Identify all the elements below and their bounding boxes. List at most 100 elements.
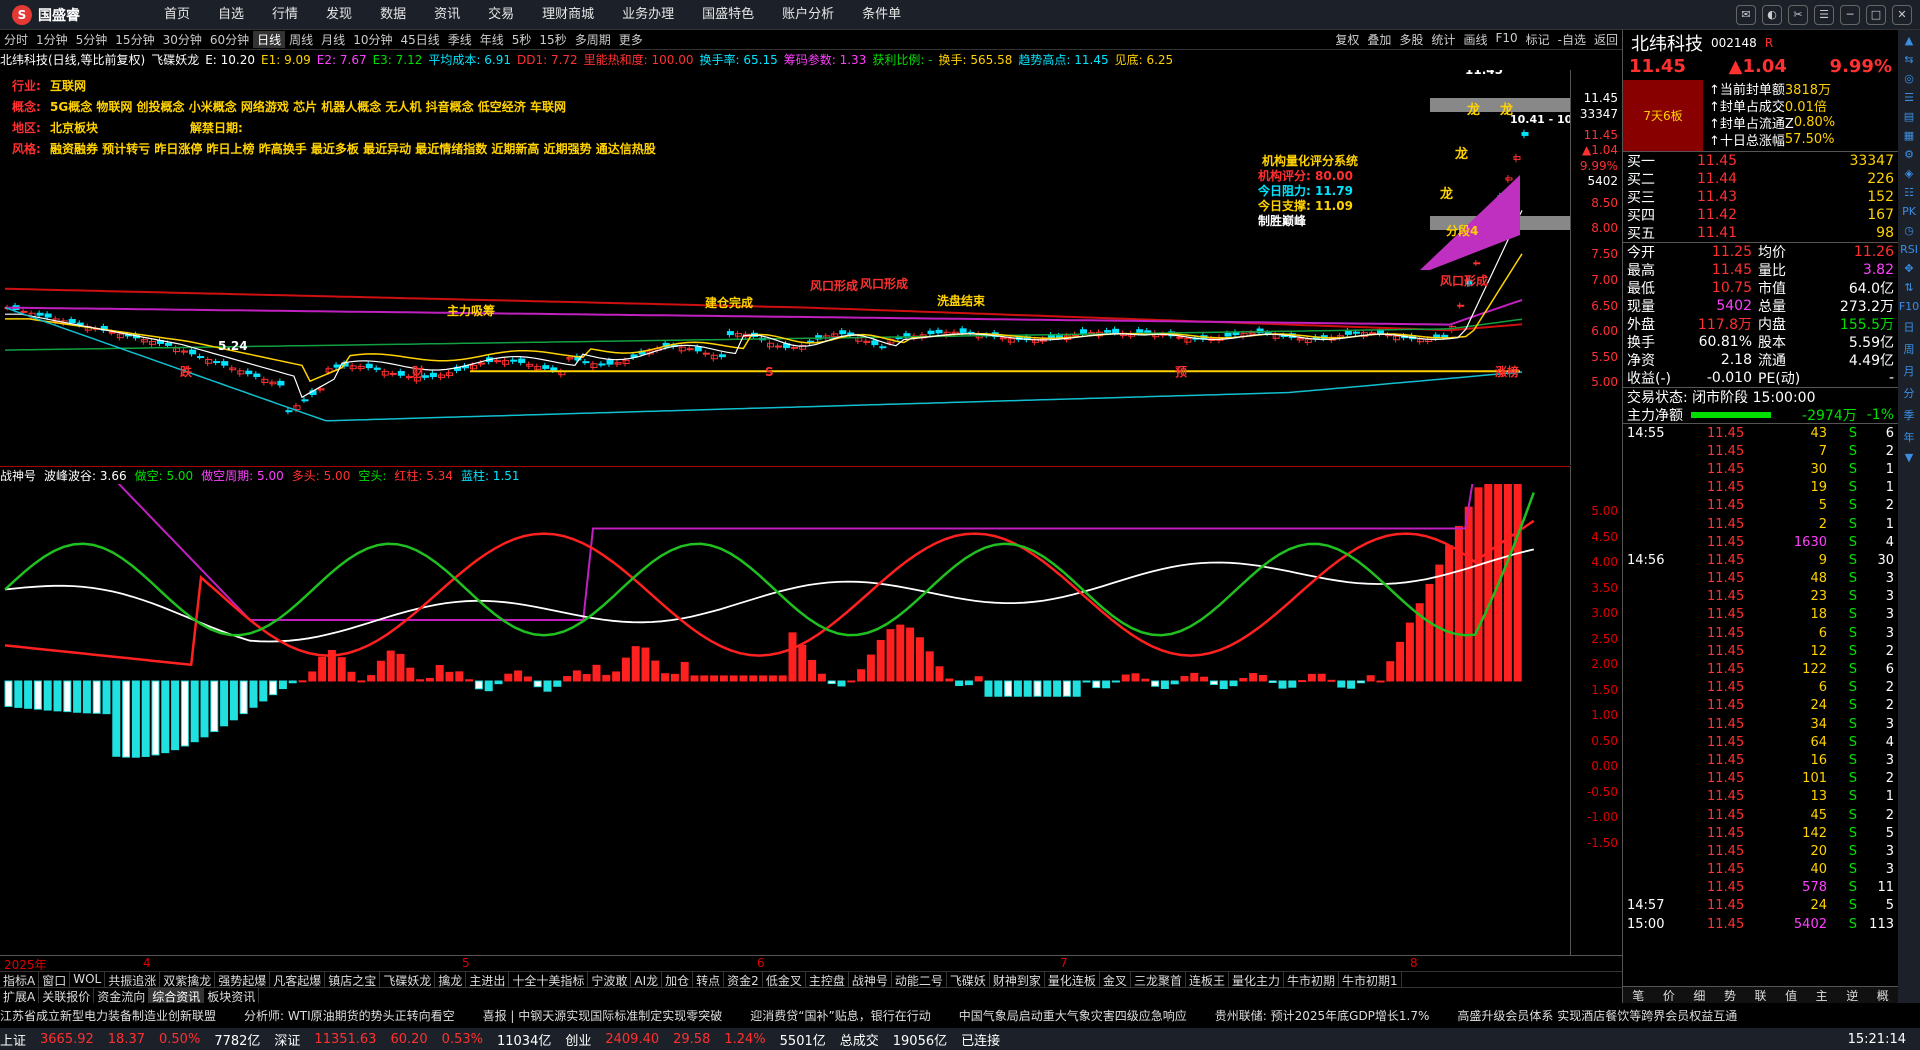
sidebar-icon[interactable]: ⚙ <box>1904 148 1914 161</box>
indicator-tab[interactable]: 连板王 <box>1186 972 1229 988</box>
indicator-tab[interactable]: 十全十美指标 <box>509 972 589 988</box>
menu-item[interactable]: 自选 <box>204 0 258 30</box>
period-tab[interactable]: 30分钟 <box>159 31 206 48</box>
tool-button[interactable]: 统计 <box>1427 31 1459 48</box>
sidebar-icon[interactable]: ◈ <box>1905 167 1913 180</box>
side-tab[interactable]: 势 <box>1715 987 1746 1003</box>
news-item[interactable]: 高盛升级会员体系 实现酒店餐饮等跨界会员权益互通 <box>1457 1007 1737 1024</box>
side-tab[interactable]: 笔 <box>1623 987 1654 1003</box>
sidebar-icon[interactable]: ▦ <box>1904 129 1914 142</box>
news-item[interactable]: 江苏省成立新型电力装备制造业创新联盟 <box>0 1007 216 1024</box>
menu-item[interactable]: 业务办理 <box>608 0 688 30</box>
tool-button[interactable]: 标记 <box>1522 31 1554 48</box>
side-tab[interactable]: 价 <box>1654 987 1685 1003</box>
indicator-tab[interactable]: 低金叉 <box>763 972 806 988</box>
menu-item[interactable]: 国盛特色 <box>688 0 768 30</box>
period-tab[interactable]: 45日线 <box>396 31 443 48</box>
indicator-tab[interactable]: 主控盘 <box>806 972 849 988</box>
sidebar-icon[interactable]: 年 <box>1904 429 1915 445</box>
indicator-tab[interactable]: 加仓 <box>662 972 694 988</box>
ext-tab[interactable]: 综合资讯 <box>149 988 205 1004</box>
period-tab[interactable]: 日线 <box>253 31 286 48</box>
indicator-tab[interactable]: 擒龙 <box>435 972 467 988</box>
maximize-icon[interactable]: □ <box>1866 4 1886 25</box>
indicator-tab[interactable]: 飞碟妖 <box>947 972 990 988</box>
sidebar-icon[interactable]: ☰ <box>1904 91 1914 104</box>
tool-button[interactable]: F10 <box>1491 31 1521 48</box>
menu-item[interactable]: 理财商城 <box>528 0 608 30</box>
indicator-tab[interactable]: 量化连板 <box>1045 972 1100 988</box>
period-tab[interactable]: 月线 <box>317 31 349 48</box>
ext-tab[interactable]: 关联报价 <box>39 988 95 1004</box>
period-tab[interactable]: 更多 <box>615 31 647 48</box>
menu-item[interactable]: 条件单 <box>848 0 915 30</box>
sidebar-icon[interactable]: 月 <box>1904 363 1915 379</box>
indicator-tab[interactable]: 财神到家 <box>990 972 1045 988</box>
indicator-tab[interactable]: 牛市初期 <box>1284 972 1339 988</box>
period-tab[interactable]: 分时 <box>0 31 32 48</box>
period-tab[interactable]: 1分钟 <box>32 31 72 48</box>
menu-item[interactable]: 资讯 <box>420 0 474 30</box>
side-tab[interactable]: 联 <box>1745 987 1776 1003</box>
sidebar-icon[interactable]: PK <box>1902 205 1916 218</box>
indicator-chart[interactable] <box>0 484 1570 954</box>
indicator-tab[interactable]: 镇店之宝 <box>325 972 381 988</box>
side-tab[interactable]: 细 <box>1684 987 1715 1003</box>
minimize-icon[interactable]: ─ <box>1840 4 1860 25</box>
menu-item[interactable]: 首页 <box>150 0 204 30</box>
ext-tab[interactable]: 资金流向 <box>94 988 150 1004</box>
news-item[interactable]: 迎消费贷“国补”贴息，银行在行动 <box>750 1007 930 1024</box>
sidebar-icon[interactable]: RSI <box>1900 243 1918 256</box>
period-tab[interactable]: 15秒 <box>535 31 570 48</box>
indicator-tab[interactable]: 主进出 <box>466 972 510 988</box>
ext-tab[interactable]: 扩展A <box>0 988 40 1004</box>
menu-icon[interactable]: ☰ <box>1814 4 1834 25</box>
tool-button[interactable]: 复权 <box>1331 31 1363 48</box>
menu-item[interactable]: 交易 <box>474 0 528 30</box>
sidebar-icon[interactable]: ◎ <box>1904 72 1914 85</box>
sidebar-icon[interactable]: 日 <box>1904 319 1915 335</box>
indicator-tab[interactable]: AI龙 <box>631 972 663 988</box>
indicator-tab[interactable]: 共振追涨 <box>105 972 161 988</box>
sidebar-icon[interactable]: ▤ <box>1904 110 1914 123</box>
period-tab[interactable]: 5分钟 <box>72 31 112 48</box>
indicator-tab[interactable]: 飞碟妖龙 <box>380 972 436 988</box>
sidebar-icon[interactable]: ☷ <box>1904 186 1914 199</box>
tool-button[interactable]: 叠加 <box>1363 31 1395 48</box>
menu-item[interactable]: 发现 <box>312 0 366 30</box>
period-tab[interactable]: 10分钟 <box>349 31 396 48</box>
indicator-tab[interactable]: 金叉 <box>1100 972 1131 988</box>
period-tab[interactable]: 周线 <box>285 31 317 48</box>
indicator-tab[interactable]: 量化主力 <box>1229 972 1284 988</box>
indicator-tab[interactable]: 宁波敢 <box>588 972 632 988</box>
period-tab[interactable]: 15分钟 <box>111 31 158 48</box>
tool-button[interactable]: 画线 <box>1459 31 1491 48</box>
tool-button[interactable]: 返回 <box>1590 31 1622 48</box>
period-tab[interactable]: 季线 <box>444 31 476 48</box>
indicator-tab[interactable]: 双紫擒龙 <box>160 972 216 988</box>
menu-item[interactable]: 数据 <box>366 0 420 30</box>
menu-item[interactable]: 行情 <box>258 0 312 30</box>
sidebar-icon[interactable]: ◷ <box>1904 224 1914 237</box>
indicator-tab[interactable]: 牛市初期1 <box>1339 972 1402 988</box>
news-item[interactable]: 贵州联储: 预计2025年底GDP增长1.7% <box>1215 1007 1430 1024</box>
tools-icon[interactable]: ✂ <box>1788 4 1808 25</box>
sidebar-icon[interactable]: ✥ <box>1904 262 1913 275</box>
sidebar-icon[interactable]: ▲ <box>1905 34 1913 47</box>
ext-tab[interactable]: 板块资讯 <box>204 988 260 1004</box>
sidebar-icon[interactable]: F10 <box>1899 300 1919 313</box>
sidebar-icon[interactable]: ▼ <box>1905 451 1913 464</box>
close-icon[interactable]: ✕ <box>1892 4 1912 25</box>
period-tab[interactable]: 年线 <box>476 31 508 48</box>
sidebar-icon[interactable]: ⇆ <box>1904 53 1913 66</box>
sidebar-icon[interactable]: ⇅ <box>1904 281 1913 294</box>
sidebar-icon[interactable]: 季 <box>1904 407 1915 423</box>
menu-item[interactable]: 账户分析 <box>768 0 848 30</box>
indicator-tab[interactable]: 凡客起爆 <box>270 972 326 988</box>
sidebar-icon[interactable]: 分 <box>1904 385 1915 401</box>
side-tab[interactable]: 值 <box>1776 987 1807 1003</box>
indicator-tab[interactable]: 资金2 <box>724 972 763 988</box>
period-tab[interactable]: 5秒 <box>508 31 536 48</box>
tool-button[interactable]: -自选 <box>1554 31 1590 48</box>
indicator-tab[interactable]: 动能二号 <box>892 972 947 988</box>
